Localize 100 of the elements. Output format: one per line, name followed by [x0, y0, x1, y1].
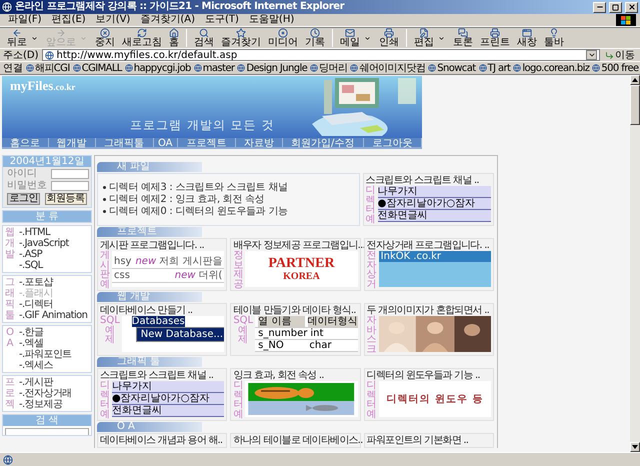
caret-icon[interactable]	[438, 34, 445, 42]
card-title: 게시판 프로그램입니다. ..	[100, 240, 204, 251]
article-card[interactable]: 데이타베이스 개념과 용어 해..	[97, 433, 228, 448]
go-button[interactable]: 이동	[603, 50, 637, 60]
search-icon	[199, 28, 209, 38]
toolbar-button[interactable]: 메일	[337, 28, 363, 48]
news-link[interactable]: 디렉터 예제0 : 디렉터의 윈도우들과 기능	[109, 206, 288, 217]
toolbar-button[interactable]: 미디어	[265, 28, 301, 48]
category-label: 전 자 상 거	[366, 251, 377, 289]
menu-item[interactable]: 즐겨찾기(A)	[136, 14, 199, 26]
category-label: 디 렉 터 예	[366, 381, 377, 419]
home-icon	[169, 28, 179, 38]
article-card[interactable]: 두 개의이미지가 혼합되면서 .. 자 바 스 크	[364, 303, 494, 356]
link[interactable]: TJ art	[478, 62, 510, 74]
link[interactable]: happycgi.job	[124, 62, 191, 74]
link[interactable]: master	[194, 62, 234, 74]
close-icon	[628, 3, 636, 11]
news-link[interactable]: 디렉터 예제3 : 스크립트와 스크립트 채널	[109, 182, 288, 193]
flag-logo-icon	[616, 14, 636, 26]
caret-icon[interactable]	[31, 34, 38, 42]
field-label: 비밀번호	[7, 180, 47, 191]
up-arrow-icon	[632, 78, 638, 82]
category-link[interactable]: -.게시판	[19, 377, 72, 388]
nav-link[interactable]: 웹개발	[48, 138, 96, 147]
section-header: 프로젝트	[97, 227, 202, 237]
form-button[interactable]: 회원등록	[44, 193, 87, 205]
toolbar-button[interactable]: 토론	[450, 28, 476, 48]
nav-link[interactable]: OA	[154, 138, 178, 147]
menu-item[interactable]: 보기(V)	[92, 14, 134, 26]
toolbar-button[interactable]: 툴바	[541, 28, 567, 48]
toolbar-button[interactable]: 프린트	[477, 28, 513, 48]
toolbar-button[interactable]: 편집	[411, 28, 437, 48]
card-title: 전자상거래 프로그램입니다. ..	[366, 240, 489, 251]
toolbar-button[interactable]: 즐겨찾기	[218, 28, 264, 48]
table-cell-text: int	[310, 328, 324, 339]
nav-link[interactable]: 자료방	[236, 138, 283, 147]
maximize-button[interactable]	[609, 2, 622, 12]
category-link[interactable]: -.ASP	[19, 249, 69, 260]
category-link[interactable]: -.파워포인트	[19, 349, 72, 360]
vertical-scrollbar[interactable]	[630, 75, 640, 452]
category-link[interactable]: -.포토샵	[19, 277, 88, 288]
nav-link[interactable]: 회원가입/수정	[282, 138, 364, 147]
caret-icon[interactable]	[364, 34, 371, 42]
bullet-icon	[103, 198, 106, 201]
form-button[interactable]: 로그인	[7, 193, 40, 205]
category-link[interactable]: -.디렉터	[19, 299, 88, 310]
category-link[interactable]: -.엑세스	[19, 360, 72, 371]
link[interactable]: Snowcat	[428, 62, 476, 74]
category-link[interactable]: -.엑셀	[19, 338, 72, 349]
nav-link[interactable]: 그래픽툴	[96, 138, 154, 147]
article-card[interactable]: 데이타베이스 만들기 .. SQL 예 제 Databases New Database...	[97, 303, 228, 356]
scroll-thumb[interactable]	[630, 85, 640, 125]
toolbar-button[interactable]: 인쇄	[376, 28, 402, 48]
menu-item[interactable]: 도움말(H)	[244, 14, 298, 26]
toolbar-button[interactable]: 기록	[302, 28, 328, 48]
nav-link[interactable]: 로그아웃	[364, 138, 422, 147]
toolbar-button[interactable]: 중지	[92, 28, 118, 48]
link[interactable]: 500 free	[592, 62, 639, 74]
id-field[interactable]	[51, 168, 89, 178]
category-link[interactable]: -.GIF Animation	[19, 310, 88, 321]
nav-link[interactable]: 홈으로	[2, 138, 49, 147]
dropdown-button[interactable]	[586, 50, 597, 60]
news-link[interactable]: 디렉터 예제2 : 잉크 효과, 회전 속성	[109, 194, 264, 205]
minimize-button[interactable]	[593, 2, 606, 12]
logo-text: PARTNER	[268, 256, 335, 271]
toolbar-button[interactable]: 홈	[166, 28, 182, 48]
link[interactable]: 쉐어이미지닷컴	[350, 62, 426, 74]
table-cell: s_number	[258, 328, 308, 339]
toolbar-button[interactable]: 새로고침	[119, 28, 165, 48]
toolbar-button[interactable]: 검색	[191, 28, 217, 48]
address-field[interactable]: http://www.myfiles.co.kr/default.asp	[42, 49, 600, 61]
toolbar-button[interactable]: 뒤로	[4, 28, 30, 48]
section-header: 분 류	[3, 211, 91, 222]
category-link[interactable]: -.한글	[19, 327, 72, 338]
menu-item[interactable]: 파일(F)	[4, 14, 46, 26]
thumbnail-text: 나무가지	[378, 186, 418, 197]
article-card[interactable]: 파워포인트의 기본화면 ..	[364, 433, 494, 448]
article-card[interactable]: 잉크 효과, 회전 속성 .. 디 렉 터 예	[230, 368, 361, 421]
link[interactable]: logo.corean.biz	[513, 62, 590, 74]
link[interactable]: Design Jungle	[237, 62, 308, 74]
globe-icon	[124, 64, 133, 72]
search-field[interactable]	[5, 428, 89, 435]
link[interactable]: CGIMALL	[72, 62, 122, 74]
password-field[interactable]	[51, 180, 89, 190]
close-button[interactable]	[625, 2, 638, 12]
menu-item[interactable]: 편집(E)	[48, 14, 90, 26]
link[interactable]: 해피CGI	[26, 62, 70, 74]
category-label: 게 시 판 예	[100, 251, 110, 289]
category-link[interactable]: -.HTML	[19, 227, 69, 238]
nav-link[interactable]: 프로젝트	[178, 138, 236, 147]
post-title: 더위(	[198, 270, 222, 281]
category-link[interactable]: -.JavaScript	[19, 238, 69, 249]
menu-item[interactable]: 도구(T)	[201, 14, 243, 26]
category-link[interactable]: -.SQL	[19, 260, 69, 271]
article-card[interactable]: 하나의 테이블로 데이타베이스..	[230, 433, 361, 448]
category-link[interactable]: -.정보제공	[19, 399, 72, 410]
globe-icon	[194, 64, 202, 72]
category-link[interactable]: -.전자상거래	[19, 388, 72, 399]
link[interactable]: 딩머리	[310, 62, 348, 74]
toolbar-button[interactable]: 새창	[514, 28, 540, 48]
